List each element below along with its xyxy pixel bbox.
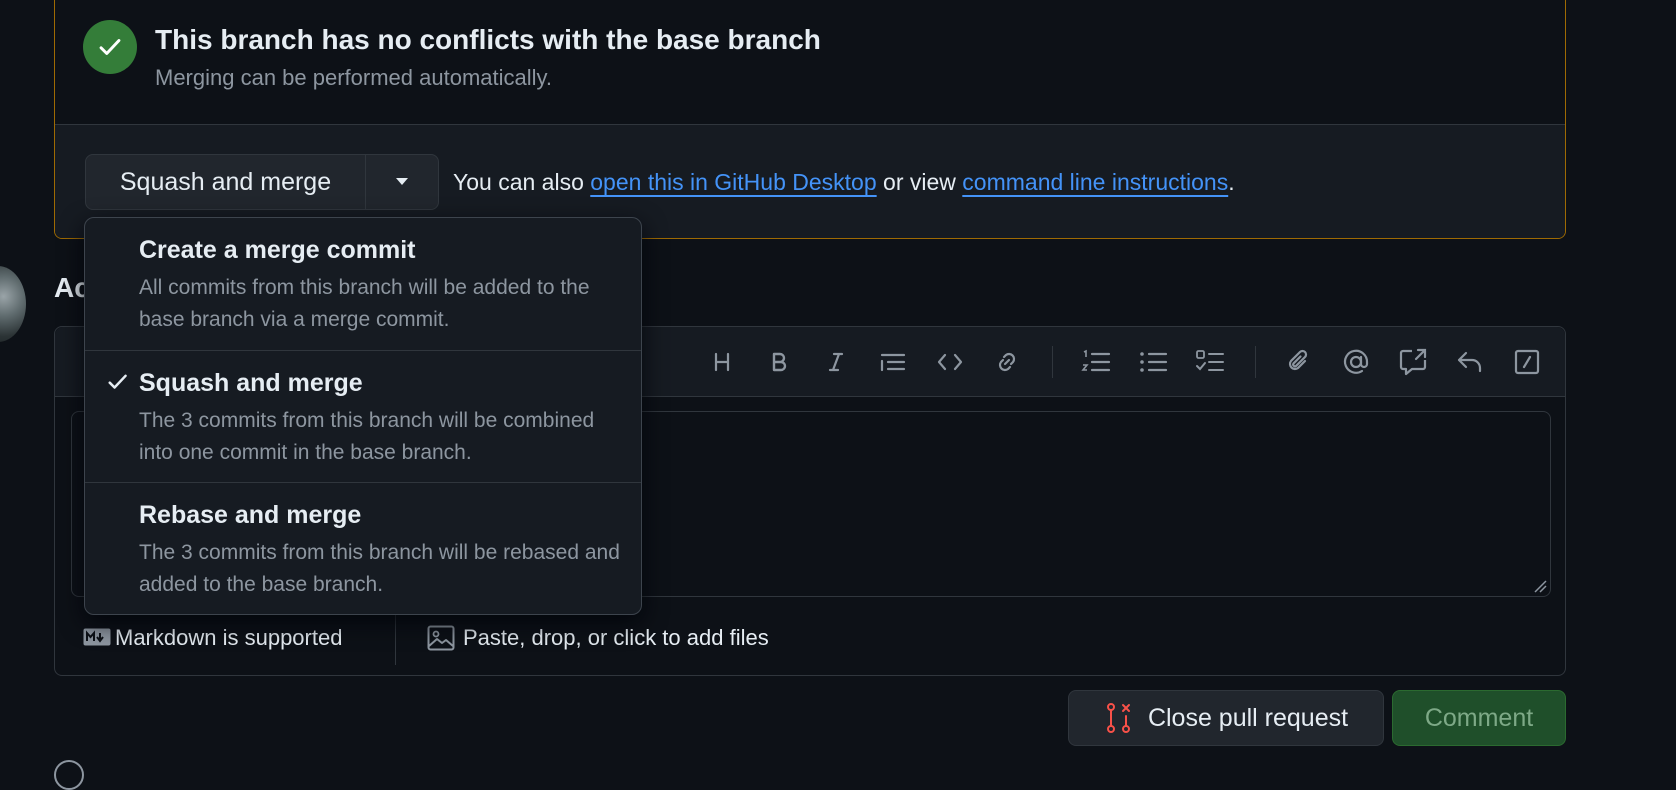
avatar[interactable] (0, 266, 26, 342)
comment-footer: Markdown is supported Paste, drop, or cl… (83, 613, 983, 665)
resize-handle-icon[interactable] (1533, 579, 1547, 593)
image-icon (427, 625, 455, 651)
also-prefix: You can also (453, 169, 591, 195)
markdown-icon (83, 628, 111, 646)
menu-item-description: The 3 commits from this branch will be r… (139, 541, 620, 596)
close-pull-request-label: Close pull request (1147, 703, 1349, 732)
menu-item-description: All commits from this branch will be add… (139, 276, 590, 331)
menu-item-title: Create a merge commit (139, 236, 416, 264)
open-in-desktop-link[interactable]: open this in GitHub Desktop (590, 169, 876, 195)
link-icon[interactable] (990, 345, 1024, 379)
period: . (1228, 169, 1235, 195)
menu-item-title: Rebase and merge (139, 501, 362, 529)
heading-icon[interactable] (705, 345, 739, 379)
ordered-list-icon[interactable] (1079, 345, 1113, 379)
success-check-icon (83, 20, 137, 74)
attach-icon[interactable] (1282, 345, 1316, 379)
merge-status-title: This branch has no conflicts with the ba… (155, 24, 821, 55)
reply-icon[interactable] (1453, 345, 1487, 379)
alternative-merge-options: You can also open this in GitHub Desktop… (453, 169, 1235, 196)
squash-and-merge-button[interactable]: Squash and merge (86, 155, 366, 209)
menu-item-rebase-and-merge[interactable]: Rebase and merge The 3 commits from this… (85, 482, 641, 614)
task-list-icon[interactable] (1193, 345, 1227, 379)
footer-divider (395, 613, 396, 665)
toolbar-divider (1255, 346, 1256, 378)
mention-icon[interactable] (1339, 345, 1373, 379)
cross-reference-icon[interactable] (1396, 345, 1430, 379)
merge-method-menu: Create a merge commit All commits from t… (84, 217, 642, 615)
git-pull-request-closed-icon (1106, 703, 1130, 733)
close-pull-request-button[interactable]: Close pull request (1068, 690, 1384, 746)
bold-icon[interactable] (762, 345, 796, 379)
code-icon[interactable] (933, 345, 967, 379)
info-icon (54, 760, 84, 790)
add-files-button[interactable]: Paste, drop, or click to add files (463, 625, 769, 651)
comment-submit-button[interactable]: Comment (1392, 690, 1566, 746)
check-icon (108, 374, 127, 389)
italic-icon[interactable] (819, 345, 853, 379)
menu-item-create-merge-commit[interactable]: Create a merge commit All commits from t… (85, 218, 641, 350)
or-view-text: or view (876, 169, 963, 195)
menu-item-squash-and-merge[interactable]: Squash and merge The 3 commits from this… (85, 350, 641, 482)
markdown-supported-link[interactable]: Markdown is supported (115, 625, 342, 651)
unordered-list-icon[interactable] (1136, 345, 1170, 379)
merge-box: This branch has no conflicts with the ba… (54, 0, 1566, 239)
command-line-instructions-link[interactable]: command line instructions (962, 169, 1228, 195)
triangle-down-icon (396, 178, 408, 185)
merge-method-dropdown-toggle[interactable] (366, 155, 438, 209)
merge-split-button: Squash and merge (85, 154, 439, 210)
merge-status-subtitle: Merging can be performed automatically. (155, 65, 553, 90)
toolbar-divider (1052, 346, 1053, 378)
slash-command-icon[interactable] (1510, 345, 1544, 379)
menu-item-title: Squash and merge (139, 369, 363, 397)
merge-status: This branch has no conflicts with the ba… (55, 0, 1565, 124)
menu-item-description: The 3 commits from this branch will be c… (139, 409, 595, 464)
quote-icon[interactable] (876, 345, 910, 379)
